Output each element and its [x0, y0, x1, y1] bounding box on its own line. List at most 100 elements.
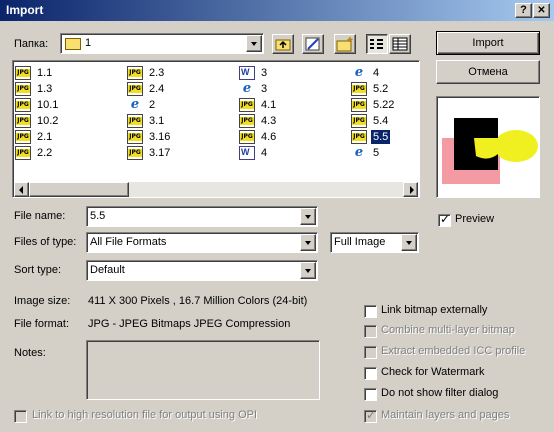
image-size-value: 411 X 300 Pixels , 16.7 Million Colors (… — [88, 295, 308, 307]
up-folder-button[interactable] — [272, 34, 294, 54]
html-file-icon: e — [354, 65, 364, 80]
option-label: Combine multi-layer bitmap — [381, 324, 515, 336]
html-file-icon: e — [130, 97, 140, 112]
chevron-down-icon[interactable] — [300, 262, 316, 279]
file-name: 10.1 — [37, 99, 59, 111]
option-checkbox[interactable] — [364, 325, 377, 338]
close-button[interactable]: ✕ — [533, 3, 550, 18]
notes-area — [86, 340, 320, 400]
new-folder-button[interactable] — [334, 34, 356, 54]
file-name: 1.1 — [37, 67, 53, 79]
file-name: 4 — [261, 147, 268, 159]
chevron-down-icon[interactable] — [401, 234, 417, 251]
file-name: 3.1 — [149, 115, 165, 127]
jpg-file-icon — [15, 98, 31, 112]
chevron-down-icon[interactable] — [300, 234, 316, 251]
file-name-value: 5.5 — [90, 210, 106, 222]
option-label: Link bitmap externally — [381, 304, 488, 316]
properties-button[interactable] — [302, 34, 324, 54]
help-button[interactable]: ? — [515, 3, 532, 18]
file-name-label: File name: — [14, 210, 66, 222]
sort-type-label: Sort type: — [14, 264, 62, 276]
list-view-button[interactable] — [366, 34, 388, 54]
file-name: 2.3 — [149, 67, 165, 79]
file-type-label: Files of type: — [14, 236, 77, 248]
option-checkbox[interactable] — [364, 305, 377, 318]
file-name: 5 — [373, 147, 380, 159]
option-label: Maintain layers and pages — [381, 409, 510, 421]
file-name: 5.22 — [373, 99, 395, 111]
jpg-file-icon — [15, 82, 31, 96]
jpg-file-icon — [351, 114, 367, 128]
file-name: 3 — [261, 67, 268, 79]
folder-icon — [65, 38, 81, 50]
html-file-icon: e — [242, 81, 252, 96]
jpg-file-icon — [127, 66, 143, 80]
option-checkbox[interactable] — [364, 408, 377, 423]
details-view-button[interactable] — [389, 34, 411, 54]
chevron-down-icon[interactable] — [246, 35, 262, 52]
jpg-file-icon — [127, 146, 143, 160]
jpg-file-icon — [15, 114, 31, 128]
look-in-value: 1 — [85, 37, 92, 49]
file-format-value: JPG - JPEG Bitmaps JPEG Compression — [88, 318, 291, 330]
window-title: Import — [6, 3, 44, 17]
jpg-file-icon — [127, 82, 143, 96]
list-view-icon — [370, 39, 383, 49]
file-name: 2 — [149, 99, 156, 111]
file-name: 3 — [261, 83, 268, 95]
file-name: 3.16 — [149, 131, 171, 143]
option-checkbox[interactable] — [364, 367, 377, 380]
jpg-file-icon — [15, 66, 31, 80]
horizontal-scrollbar[interactable] — [14, 182, 418, 197]
cancel-button[interactable]: Отмена — [436, 60, 540, 84]
file-list[interactable]: 1.11.310.110.22.12.22.32.4e23.13.163.173… — [12, 60, 420, 198]
preview-image — [438, 98, 538, 196]
opi-link-checkbox[interactable] — [14, 410, 27, 423]
file-format-label: File format: — [14, 318, 70, 330]
details-view-icon — [392, 37, 408, 51]
file-name: 4 — [373, 67, 380, 79]
look-in-dropdown[interactable]: 1 — [60, 33, 264, 54]
file-name: 4.1 — [261, 99, 277, 111]
word-file-icon — [239, 146, 255, 160]
file-name: 5.2 — [373, 83, 389, 95]
scroll-left-button[interactable] — [14, 182, 29, 197]
opi-link-label: Link to high resolution file for output … — [32, 409, 258, 421]
file-name: 1.3 — [37, 83, 53, 95]
preview-pane — [436, 96, 540, 198]
sort-type-dropdown[interactable]: Default — [86, 260, 318, 281]
jpg-file-icon — [239, 114, 255, 128]
option-label: Do not show filter dialog — [381, 387, 499, 399]
sort-type-value: Default — [90, 264, 125, 276]
option-checkbox[interactable] — [364, 388, 377, 401]
scrollbar-thumb[interactable] — [29, 182, 129, 197]
option-checkbox[interactable] — [364, 346, 377, 359]
new-folder-icon — [336, 37, 353, 52]
scroll-right-button[interactable] — [403, 182, 418, 197]
jpg-file-icon — [351, 130, 367, 144]
word-file-icon — [239, 66, 255, 80]
html-file-icon: e — [354, 145, 364, 160]
up-folder-icon — [275, 39, 291, 51]
file-name: 10.2 — [37, 115, 59, 127]
title-bar[interactable]: Import — [0, 0, 554, 21]
preview-checkbox[interactable] — [438, 212, 451, 227]
jpg-file-icon — [239, 130, 255, 144]
preview-label: Preview — [455, 213, 495, 225]
file-name: 2.1 — [37, 131, 53, 143]
import-button[interactable]: Import — [436, 31, 540, 55]
properties-icon — [305, 37, 320, 51]
full-image-dropdown[interactable]: Full Image — [330, 232, 419, 253]
jpg-file-icon — [351, 82, 367, 96]
image-size-label: Image size: — [14, 295, 71, 307]
file-type-dropdown[interactable]: All File Formats — [86, 232, 318, 253]
chevron-down-icon[interactable] — [300, 208, 316, 225]
jpg-file-icon — [351, 98, 367, 112]
jpg-file-icon — [127, 130, 143, 144]
jpg-file-icon — [15, 130, 31, 144]
file-name-field[interactable]: 5.5 — [86, 206, 318, 227]
jpg-file-icon — [15, 146, 31, 160]
jpg-file-icon — [239, 98, 255, 112]
file-name: 3.17 — [149, 147, 171, 159]
